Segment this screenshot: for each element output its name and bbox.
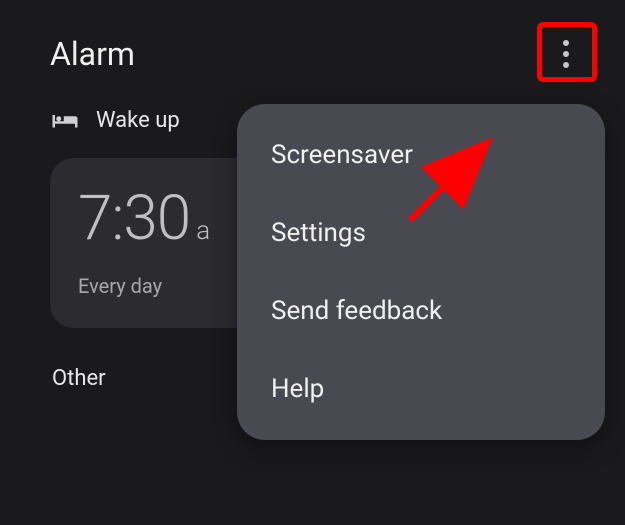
more-options-button[interactable] <box>542 30 590 78</box>
menu-item-send-feedback[interactable]: Send feedback <box>237 272 605 350</box>
menu-item-screensaver[interactable]: Screensaver <box>237 116 605 194</box>
alarm-ampm: a <box>196 216 210 246</box>
app-header: Alarm <box>0 0 625 98</box>
overflow-menu: Screensaver Settings Send feedback Help <box>237 104 605 440</box>
bed-icon <box>50 110 80 132</box>
wakeup-label: Wake up <box>96 108 180 133</box>
more-vertical-icon <box>563 40 569 68</box>
page-title: Alarm <box>50 35 135 73</box>
menu-item-settings[interactable]: Settings <box>237 194 605 272</box>
menu-item-help[interactable]: Help <box>237 350 605 428</box>
alarm-time: 7:30 <box>78 182 190 255</box>
